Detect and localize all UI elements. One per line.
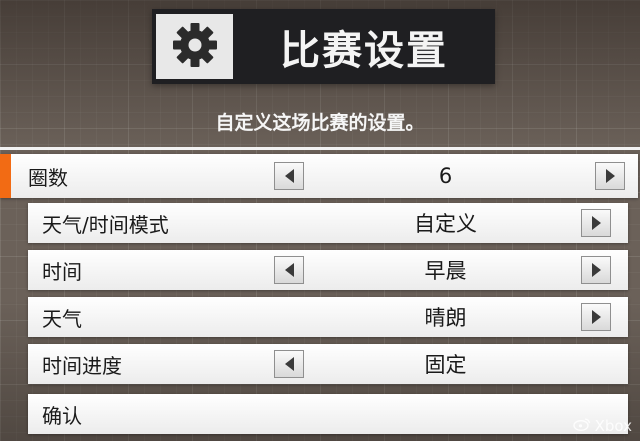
chevron-right-icon bbox=[591, 216, 601, 230]
setting-row-laps[interactable]: 圈数 6 bbox=[0, 154, 638, 198]
setting-value-laps: 6 bbox=[438, 164, 453, 188]
setting-label-weather: 天气 bbox=[42, 306, 82, 331]
weather-next-button[interactable] bbox=[581, 303, 611, 331]
setting-value-time: 早晨 bbox=[424, 259, 467, 283]
setting-value-weather-time-mode: 自定义 bbox=[414, 212, 477, 236]
weibo-icon bbox=[572, 417, 591, 435]
setting-row-weather[interactable]: 天气 晴朗 bbox=[28, 297, 628, 337]
weather-time-mode-next-button[interactable] bbox=[581, 209, 611, 237]
page-title-badge: 比赛设置 bbox=[152, 9, 495, 84]
chevron-right-icon bbox=[591, 263, 601, 277]
time-previous-button[interactable] bbox=[274, 256, 304, 284]
setting-row-weather-time-mode[interactable]: 天气/时间模式 自定义 bbox=[28, 203, 628, 243]
page-subtitle: 自定义这场比赛的设置。 bbox=[215, 112, 425, 134]
time-progress-previous-button[interactable] bbox=[274, 350, 304, 378]
title-icon-box bbox=[156, 14, 233, 79]
setting-row-time[interactable]: 时间 早晨 bbox=[28, 250, 628, 290]
chevron-left-icon bbox=[284, 357, 294, 371]
header-divider bbox=[0, 147, 640, 150]
page-title: 比赛设置 bbox=[280, 27, 448, 74]
setting-label-time: 时间 bbox=[42, 259, 82, 284]
setting-label-laps: 圈数 bbox=[28, 165, 68, 190]
chevron-left-icon bbox=[284, 169, 294, 183]
gear-icon bbox=[169, 19, 221, 75]
laps-increase-button[interactable] bbox=[595, 162, 625, 190]
setting-row-time-progress[interactable]: 时间进度 固定 bbox=[28, 344, 628, 384]
setting-label-weather-time-mode: 天气/时间模式 bbox=[42, 212, 169, 237]
time-next-button[interactable] bbox=[581, 256, 611, 284]
watermark: Xbox bbox=[572, 417, 632, 435]
chevron-right-icon bbox=[605, 169, 615, 183]
laps-decrease-button[interactable] bbox=[274, 162, 304, 190]
setting-value-time-progress: 固定 bbox=[424, 353, 467, 377]
setting-label-time-progress: 时间进度 bbox=[42, 353, 122, 378]
setting-value-weather: 晴朗 bbox=[424, 306, 467, 330]
chevron-left-icon bbox=[284, 263, 294, 277]
watermark-text: Xbox bbox=[594, 417, 632, 435]
chevron-right-icon bbox=[591, 310, 601, 324]
selection-accent-bar bbox=[0, 154, 11, 198]
confirm-label: 确认 bbox=[42, 403, 82, 428]
confirm-button[interactable]: 确认 bbox=[28, 394, 628, 434]
